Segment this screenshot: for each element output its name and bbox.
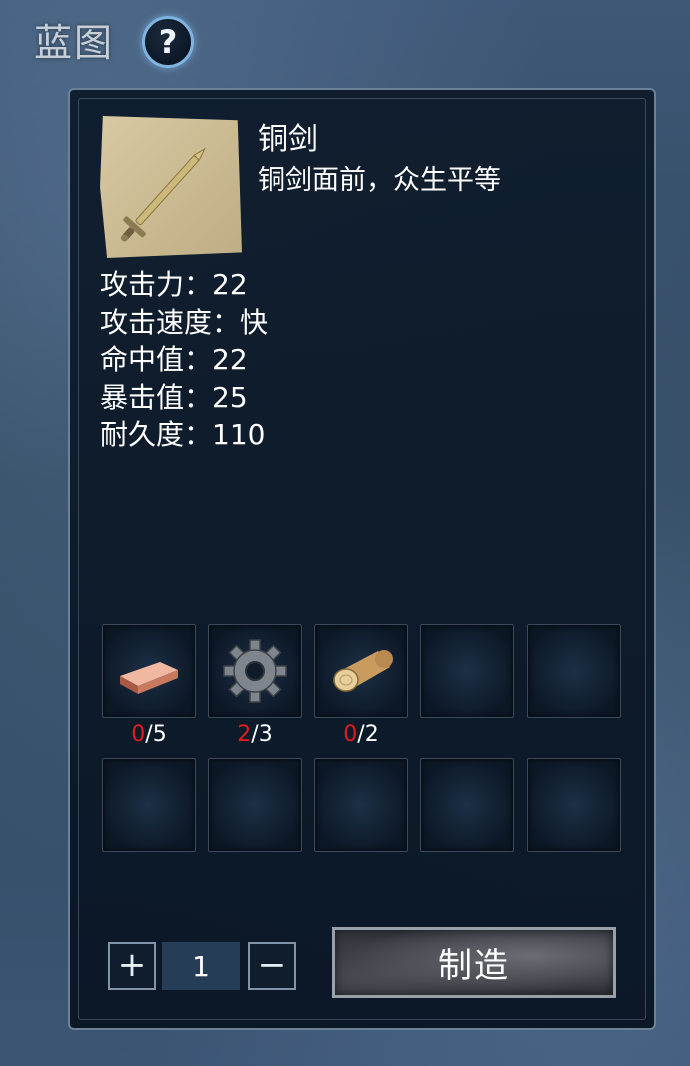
blueprint-panel: 铜剑 铜剑面前，众生平等 攻击力：22 攻击速度：快 命中值：22 暴击值：25… [68, 88, 656, 1030]
material-slot-copper[interactable] [102, 624, 196, 718]
bronze-sword-icon [120, 147, 206, 242]
stat-accuracy: 命中值：22 [100, 343, 248, 376]
material-slot-empty[interactable] [102, 758, 196, 852]
material-count-copper: 0/5 [102, 722, 196, 747]
material-slot-gear[interactable] [208, 624, 302, 718]
stat-critical: 暴击值：25 [100, 380, 248, 414]
material-slot-empty[interactable] [527, 758, 621, 852]
quantity-input[interactable] [162, 942, 240, 990]
help-button[interactable]: ? [142, 16, 194, 68]
question-icon: ? [158, 23, 178, 61]
material-have: 0 [131, 722, 146, 747]
material-need: /5 [145, 722, 167, 747]
item-name: 铜剑 [258, 122, 318, 157]
material-have: 2 [237, 722, 252, 747]
material-count-wood: 0/2 [314, 722, 408, 747]
material-need: /2 [357, 722, 379, 747]
material-slot-empty[interactable] [314, 758, 408, 852]
material-need: /3 [251, 722, 273, 747]
material-slot-empty[interactable] [420, 624, 514, 718]
stat-attack-speed: 攻击速度：快 [100, 305, 269, 339]
increase-quantity-button[interactable]: + [108, 942, 156, 990]
material-slot-empty[interactable] [527, 624, 621, 718]
copper-ingot-icon [120, 662, 178, 694]
material-have: 0 [343, 722, 358, 747]
material-slot-wood[interactable] [314, 624, 408, 718]
stat-attack: 攻击力：22 [100, 268, 248, 301]
stat-durability: 耐久度：110 [100, 418, 266, 451]
item-image [100, 116, 242, 258]
item-description: 铜剑面前，众生平等 [258, 165, 501, 196]
material-count-gear: 2/3 [208, 722, 302, 747]
material-slot-empty[interactable] [420, 758, 514, 852]
gear-icon [223, 639, 287, 703]
craft-button[interactable]: 制造 [332, 927, 616, 998]
material-slot-empty[interactable] [208, 758, 302, 852]
decrease-quantity-button[interactable]: − [248, 942, 296, 990]
wood-log-icon [333, 650, 393, 692]
blueprint-title: 蓝图 [34, 21, 115, 65]
item-stats: 攻击力：22 攻击速度：快 命中值：22 暴击值：25 耐久度：110 [100, 266, 268, 454]
